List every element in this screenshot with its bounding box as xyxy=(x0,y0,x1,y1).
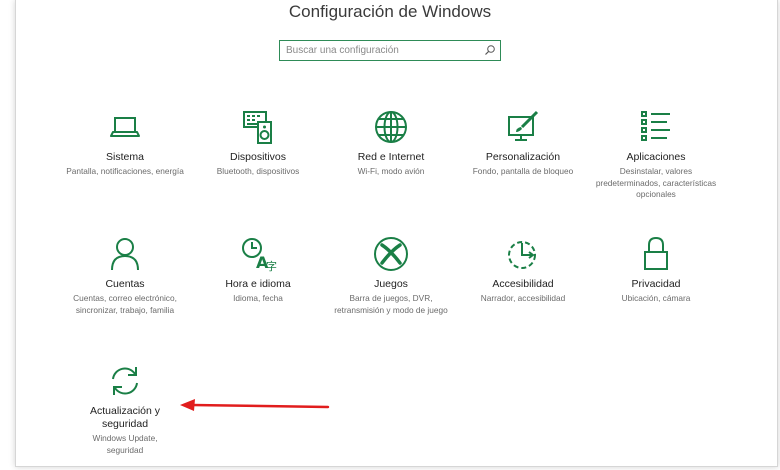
search-input[interactable] xyxy=(286,43,476,57)
time-language-icon: A 字 xyxy=(242,238,277,273)
apps-list-icon xyxy=(641,111,670,141)
tile-description: Pantalla, notificaciones, energía xyxy=(66,166,184,176)
tile-label: Actualización y seguridad xyxy=(89,405,161,430)
sync-icon xyxy=(112,367,138,395)
tile-label: Accesibilidad xyxy=(492,278,554,290)
tile-label: Juegos xyxy=(374,278,408,290)
tile-red-e-internet[interactable]: Red e Internet Wi-Fi, modo avión xyxy=(326,108,456,178)
tile-juegos[interactable]: Juegos Barra de juegos, DVR, retransmisi… xyxy=(326,235,456,316)
tile-description: Desinstalar, valores predeterminados, ca… xyxy=(595,166,717,199)
tile-description: Barra de juegos, DVR, retransmisión y mo… xyxy=(334,293,448,315)
tile-sistema[interactable]: Sistema Pantalla, notificaciones, energí… xyxy=(60,108,190,178)
accessibility-icon xyxy=(508,241,536,269)
tile-actualizacion-y-seguridad[interactable]: Actualización y seguridad Windows Update… xyxy=(60,362,190,456)
search-box[interactable] xyxy=(279,40,501,61)
tile-label: Hora e idioma xyxy=(225,278,291,290)
search-icon[interactable] xyxy=(484,44,496,56)
tile-label: Privacidad xyxy=(631,278,681,290)
tile-aplicaciones[interactable]: Aplicaciones Desinstalar, valores predet… xyxy=(591,108,721,201)
tile-label: Cuentas xyxy=(105,278,145,290)
tile-description: Idioma, fecha xyxy=(233,293,283,303)
tile-description: Windows Update, seguridad xyxy=(92,433,158,455)
tile-cuentas[interactable]: Cuentas Cuentas, correo electrónico, sin… xyxy=(60,235,190,316)
tile-personalizacion[interactable]: Personalización Fondo, pantalla de bloqu… xyxy=(458,108,588,178)
tile-description: Bluetooth, dispositivos xyxy=(216,166,300,176)
paint-icon xyxy=(508,110,539,141)
tile-description: Cuentas, correo electrónico, sincronizar… xyxy=(73,293,177,315)
tile-description: Wi-Fi, modo avión xyxy=(357,166,425,176)
person-icon xyxy=(111,238,139,271)
xbox-icon xyxy=(374,237,408,271)
laptop-icon xyxy=(110,117,140,137)
annotation-arrow xyxy=(180,399,330,411)
tile-label: Red e Internet xyxy=(357,151,425,163)
tile-hora-e-idioma[interactable]: A 字 Hora e idioma Idioma, fecha xyxy=(193,235,323,305)
tile-description: Ubicación, cámara xyxy=(621,293,691,303)
globe-icon xyxy=(375,111,407,143)
tile-dispositivos[interactable]: Dispositivos Bluetooth, dispositivos xyxy=(193,108,323,178)
tile-label: Dispositivos xyxy=(229,151,287,163)
tile-privacidad[interactable]: Privacidad Ubicación, cámara xyxy=(591,235,721,305)
devices-icon xyxy=(243,111,272,144)
lock-icon xyxy=(644,236,668,270)
tile-label: Sistema xyxy=(106,151,144,163)
page-title: Configuración de Windows xyxy=(288,2,492,21)
tile-label: Aplicaciones xyxy=(626,151,686,163)
tile-description: Narrador, accesibilidad xyxy=(480,293,566,303)
tile-accesibilidad[interactable]: Accesibilidad Narrador, accesibilidad xyxy=(458,235,588,305)
tile-description: Fondo, pantalla de bloqueo xyxy=(472,166,574,176)
tile-label: Personalización xyxy=(485,151,561,163)
svg-text:字: 字 xyxy=(266,259,277,273)
